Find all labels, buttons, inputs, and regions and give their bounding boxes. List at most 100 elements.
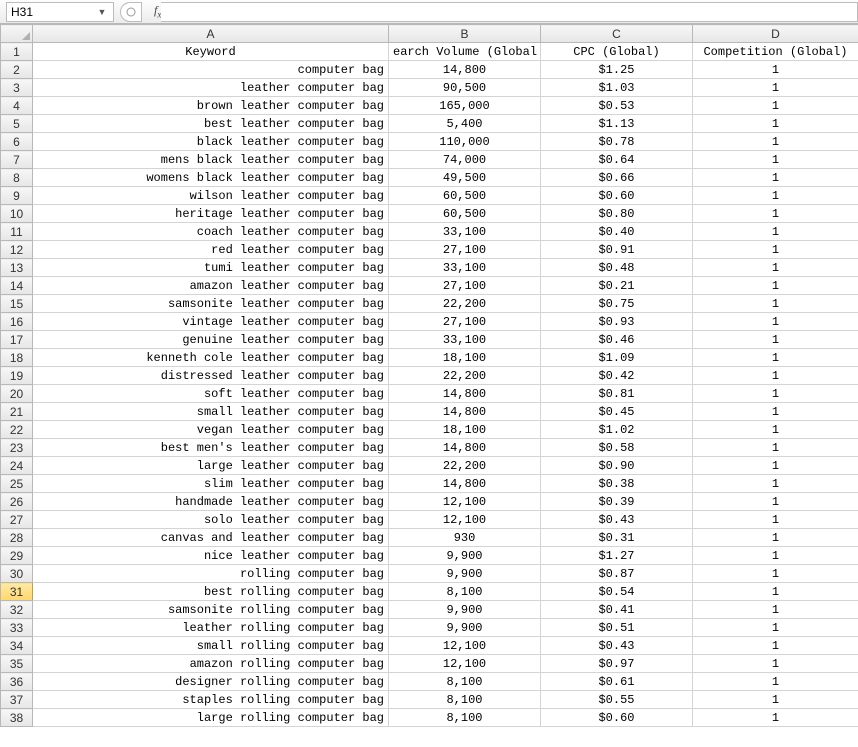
cell-A33[interactable]: leather rolling computer bag (33, 619, 389, 637)
cell-A3[interactable]: leather computer bag (33, 79, 389, 97)
select-all-corner[interactable] (1, 25, 33, 43)
row-header[interactable]: 22 (1, 421, 33, 439)
cell-C16[interactable]: $0.93 (541, 313, 693, 331)
cell-B35[interactable]: 12,100 (389, 655, 541, 673)
cell-B8[interactable]: 49,500 (389, 169, 541, 187)
cell-A12[interactable]: red leather computer bag (33, 241, 389, 259)
row-header[interactable]: 29 (1, 547, 33, 565)
row-header[interactable]: 37 (1, 691, 33, 709)
cell-A31[interactable]: best rolling computer bag (33, 583, 389, 601)
cell-C24[interactable]: $0.90 (541, 457, 693, 475)
cell-C15[interactable]: $0.75 (541, 295, 693, 313)
row-header[interactable]: 18 (1, 349, 33, 367)
cell-B21[interactable]: 14,800 (389, 403, 541, 421)
cell-A17[interactable]: genuine leather computer bag (33, 331, 389, 349)
cell-B19[interactable]: 22,200 (389, 367, 541, 385)
cell-A13[interactable]: tumi leather computer bag (33, 259, 389, 277)
row-header[interactable]: 30 (1, 565, 33, 583)
col-header-A[interactable]: A (33, 25, 389, 43)
cell-A20[interactable]: soft leather computer bag (33, 385, 389, 403)
cell-C26[interactable]: $0.39 (541, 493, 693, 511)
row-header[interactable]: 16 (1, 313, 33, 331)
cell-D10[interactable]: 1 (693, 205, 858, 223)
cell-A10[interactable]: heritage leather computer bag (33, 205, 389, 223)
cell-B31[interactable]: 8,100 (389, 583, 541, 601)
cell-A27[interactable]: solo leather computer bag (33, 511, 389, 529)
cell-D7[interactable]: 1 (693, 151, 858, 169)
cell-C38[interactable]: $0.60 (541, 709, 693, 727)
cell-D24[interactable]: 1 (693, 457, 858, 475)
row-header[interactable]: 33 (1, 619, 33, 637)
cell-A21[interactable]: small leather computer bag (33, 403, 389, 421)
cell-A18[interactable]: kenneth cole leather computer bag (33, 349, 389, 367)
row-header[interactable]: 1 (1, 43, 33, 61)
cell-C11[interactable]: $0.40 (541, 223, 693, 241)
cell-B4[interactable]: 165,000 (389, 97, 541, 115)
cell-A14[interactable]: amazon leather computer bag (33, 277, 389, 295)
cell-A5[interactable]: best leather computer bag (33, 115, 389, 133)
cell-C12[interactable]: $0.91 (541, 241, 693, 259)
cell-A36[interactable]: designer rolling computer bag (33, 673, 389, 691)
row-header[interactable]: 27 (1, 511, 33, 529)
cell-C7[interactable]: $0.64 (541, 151, 693, 169)
cell-A26[interactable]: handmade leather computer bag (33, 493, 389, 511)
cell-D20[interactable]: 1 (693, 385, 858, 403)
cell-C18[interactable]: $1.09 (541, 349, 693, 367)
cell-A1[interactable]: Keyword (33, 43, 389, 61)
cell-B25[interactable]: 14,800 (389, 475, 541, 493)
row-header[interactable]: 24 (1, 457, 33, 475)
cell-D12[interactable]: 1 (693, 241, 858, 259)
cell-B18[interactable]: 18,100 (389, 349, 541, 367)
cell-A37[interactable]: staples rolling computer bag (33, 691, 389, 709)
cell-C29[interactable]: $1.27 (541, 547, 693, 565)
cell-B3[interactable]: 90,500 (389, 79, 541, 97)
cell-A38[interactable]: large rolling computer bag (33, 709, 389, 727)
cell-B11[interactable]: 33,100 (389, 223, 541, 241)
chevron-down-icon[interactable]: ▼ (95, 3, 109, 21)
cell-C25[interactable]: $0.38 (541, 475, 693, 493)
cell-B38[interactable]: 8,100 (389, 709, 541, 727)
cell-A9[interactable]: wilson leather computer bag (33, 187, 389, 205)
col-header-B[interactable]: B (389, 25, 541, 43)
row-header[interactable]: 5 (1, 115, 33, 133)
cell-D32[interactable]: 1 (693, 601, 858, 619)
cell-D25[interactable]: 1 (693, 475, 858, 493)
row-header[interactable]: 15 (1, 295, 33, 313)
cell-D27[interactable]: 1 (693, 511, 858, 529)
cell-C1[interactable]: CPC (Global) (541, 43, 693, 61)
cell-C31[interactable]: $0.54 (541, 583, 693, 601)
cell-C37[interactable]: $0.55 (541, 691, 693, 709)
cell-B32[interactable]: 9,900 (389, 601, 541, 619)
row-header[interactable]: 6 (1, 133, 33, 151)
row-header[interactable]: 7 (1, 151, 33, 169)
cell-D26[interactable]: 1 (693, 493, 858, 511)
row-header[interactable]: 25 (1, 475, 33, 493)
row-header[interactable]: 12 (1, 241, 33, 259)
row-header[interactable]: 32 (1, 601, 33, 619)
cell-A19[interactable]: distressed leather computer bag (33, 367, 389, 385)
cell-A2[interactable]: computer bag (33, 61, 389, 79)
cell-D9[interactable]: 1 (693, 187, 858, 205)
cell-A8[interactable]: womens black leather computer bag (33, 169, 389, 187)
cell-C14[interactable]: $0.21 (541, 277, 693, 295)
cell-A6[interactable]: black leather computer bag (33, 133, 389, 151)
cell-C21[interactable]: $0.45 (541, 403, 693, 421)
cell-C23[interactable]: $0.58 (541, 439, 693, 457)
cell-D15[interactable]: 1 (693, 295, 858, 313)
cell-D22[interactable]: 1 (693, 421, 858, 439)
cell-C36[interactable]: $0.61 (541, 673, 693, 691)
cell-D11[interactable]: 1 (693, 223, 858, 241)
cell-D34[interactable]: 1 (693, 637, 858, 655)
cell-D1[interactable]: Competition (Global) (693, 43, 858, 61)
row-header[interactable]: 35 (1, 655, 33, 673)
cell-D23[interactable]: 1 (693, 439, 858, 457)
cell-C9[interactable]: $0.60 (541, 187, 693, 205)
cell-A29[interactable]: nice leather computer bag (33, 547, 389, 565)
cell-A24[interactable]: large leather computer bag (33, 457, 389, 475)
cell-D38[interactable]: 1 (693, 709, 858, 727)
row-header[interactable]: 14 (1, 277, 33, 295)
cell-B34[interactable]: 12,100 (389, 637, 541, 655)
cell-B10[interactable]: 60,500 (389, 205, 541, 223)
cell-B33[interactable]: 9,900 (389, 619, 541, 637)
cell-D17[interactable]: 1 (693, 331, 858, 349)
